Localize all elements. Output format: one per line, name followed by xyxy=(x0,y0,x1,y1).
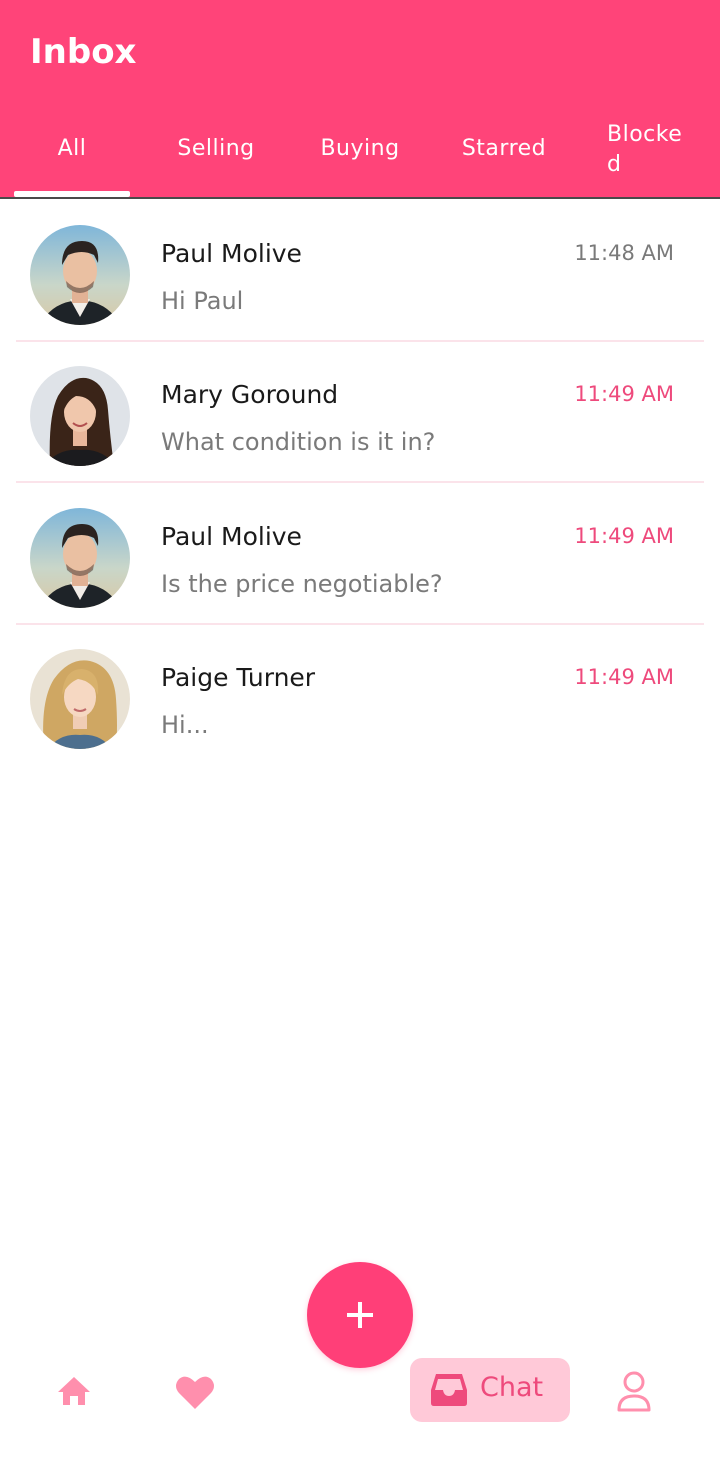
avatar xyxy=(30,225,130,325)
avatar xyxy=(30,649,130,749)
app-bar: Inbox All Selling Buying Starred Blocked xyxy=(0,0,720,197)
tab-selling[interactable]: Selling xyxy=(144,116,288,197)
contact-name: Paige Turner xyxy=(161,663,316,692)
page-title: Inbox xyxy=(30,32,137,72)
tab-bar: All Selling Buying Starred Blocked xyxy=(0,116,720,197)
timestamp: 11:48 AM xyxy=(574,241,674,265)
message-preview: Is the price negotiable? xyxy=(161,570,443,598)
tab-label: All xyxy=(57,136,87,161)
tab-starred[interactable]: Starred xyxy=(432,116,576,197)
timestamp: 11:49 AM xyxy=(574,524,674,548)
blonde-avatar-icon xyxy=(30,649,130,749)
nav-favorites[interactable] xyxy=(175,1374,215,1410)
contact-name: Mary Goround xyxy=(161,380,339,409)
male-avatar-icon xyxy=(30,508,130,608)
message-preview: Hi Paul xyxy=(161,287,244,315)
inbox-icon xyxy=(431,1374,467,1406)
tab-label: Selling xyxy=(177,136,255,161)
contact-name: Paul Molive xyxy=(161,239,302,268)
nav-chat-label: Chat xyxy=(480,1372,544,1403)
avatar xyxy=(30,366,130,466)
message-preview: What condition is it in? xyxy=(161,428,436,456)
female-avatar-icon xyxy=(30,366,130,466)
conversation-row[interactable]: Mary Goround What condition is it in? 11… xyxy=(0,340,720,483)
message-preview: Hi... xyxy=(161,711,209,739)
conversation-row[interactable]: Paige Turner Hi... 11:49 AM xyxy=(0,623,720,764)
tab-buying[interactable]: Buying xyxy=(288,116,432,197)
tab-label: Blocked xyxy=(607,122,683,177)
nav-chat[interactable]: Chat xyxy=(410,1358,570,1422)
plus-icon xyxy=(347,1302,373,1328)
home-icon xyxy=(58,1377,90,1405)
bottom-navigation: Chat xyxy=(0,1340,720,1465)
heart-icon xyxy=(176,1376,214,1409)
male-avatar-icon xyxy=(30,225,130,325)
person-icon xyxy=(617,1371,651,1412)
tab-all[interactable]: All xyxy=(0,116,144,197)
timestamp: 11:49 AM xyxy=(574,665,674,689)
conversation-row[interactable]: Paul Molive Hi Paul 11:48 AM xyxy=(0,199,720,342)
tab-blocked[interactable]: Blocked xyxy=(576,116,720,197)
tab-label: Buying xyxy=(320,136,400,161)
conversation-row[interactable]: Paul Molive Is the price negotiable? 11:… xyxy=(0,482,720,625)
avatar xyxy=(30,508,130,608)
contact-name: Paul Molive xyxy=(161,522,302,551)
nav-home[interactable] xyxy=(57,1375,91,1407)
nav-profile[interactable] xyxy=(616,1370,652,1412)
timestamp: 11:49 AM xyxy=(574,382,674,406)
tab-label: Starred xyxy=(461,136,547,161)
